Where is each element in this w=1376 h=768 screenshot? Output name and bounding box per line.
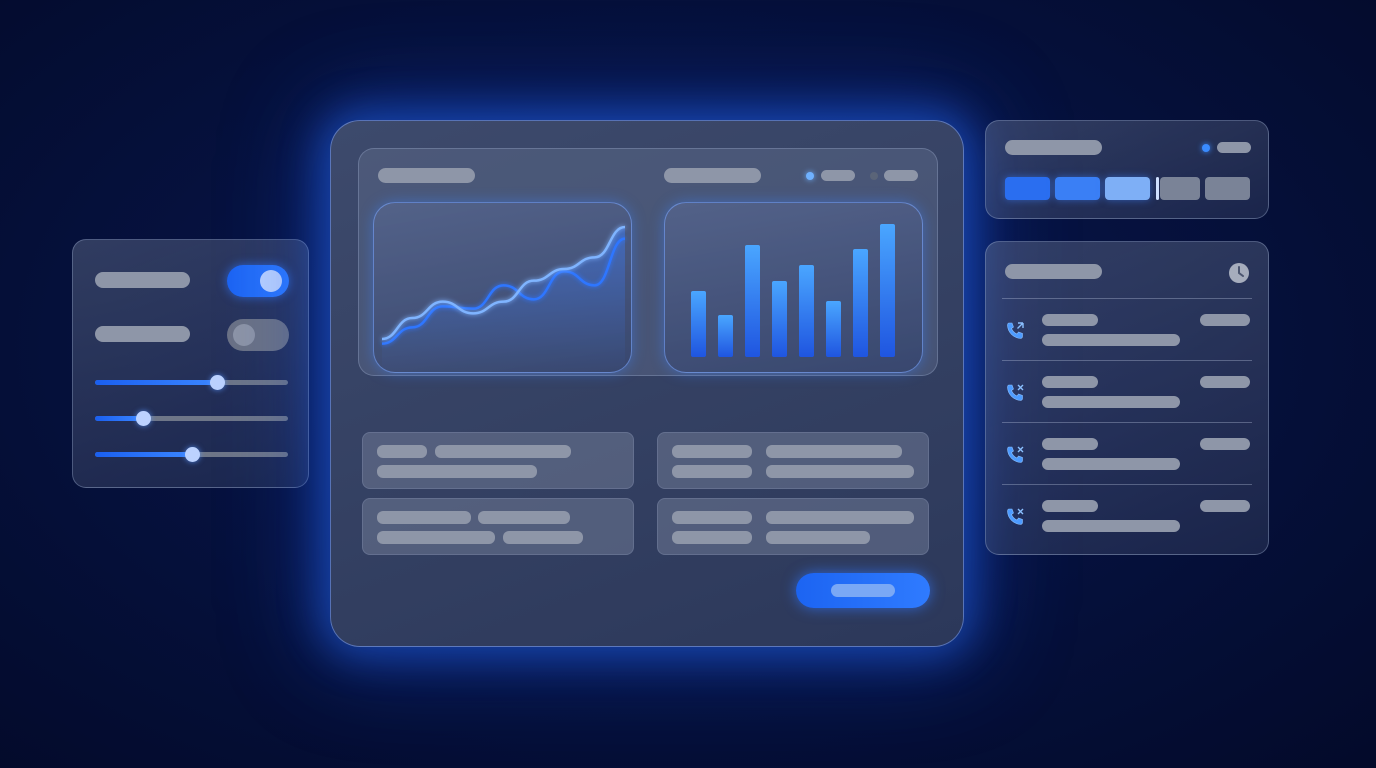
list-card-detail bbox=[377, 531, 495, 544]
bar-8[interactable] bbox=[880, 224, 895, 357]
call-detail-placeholder bbox=[1042, 396, 1180, 408]
segment-2[interactable] bbox=[1055, 177, 1100, 200]
dashboard-title-placeholder bbox=[378, 168, 475, 183]
bar-chart bbox=[691, 224, 895, 357]
bar-1[interactable] bbox=[691, 291, 706, 357]
settings-panel bbox=[72, 239, 309, 488]
row-divider bbox=[1002, 360, 1252, 361]
bar-6[interactable] bbox=[826, 301, 841, 357]
call-log-title-placeholder bbox=[1005, 264, 1102, 279]
caller-name-placeholder bbox=[1042, 376, 1098, 388]
list-card-label bbox=[377, 511, 471, 524]
missed-call-icon bbox=[1007, 508, 1024, 525]
call-log-panel bbox=[985, 241, 1269, 555]
list-card-detail-2 bbox=[766, 531, 870, 544]
list-card-detail-2 bbox=[503, 531, 583, 544]
call-list-item[interactable] bbox=[986, 360, 1270, 422]
primary-button-label-placeholder bbox=[831, 584, 895, 597]
list-card-detail bbox=[672, 465, 752, 478]
call-time-placeholder bbox=[1200, 438, 1250, 450]
segment-5[interactable] bbox=[1205, 177, 1250, 200]
caller-name-placeholder bbox=[1042, 314, 1098, 326]
line-chart-area bbox=[382, 227, 625, 372]
clock-icon[interactable] bbox=[1228, 262, 1250, 284]
slider-3[interactable] bbox=[95, 447, 288, 462]
list-card-label bbox=[672, 511, 752, 524]
call-time-placeholder bbox=[1200, 500, 1250, 512]
toggle-switch-off[interactable] bbox=[227, 319, 289, 351]
caller-name-placeholder bbox=[1042, 500, 1098, 512]
slider-1[interactable] bbox=[95, 375, 288, 390]
setting-label-1 bbox=[95, 272, 190, 288]
call-detail-placeholder bbox=[1042, 334, 1180, 346]
list-card-value bbox=[478, 511, 570, 524]
bar-4[interactable] bbox=[772, 281, 787, 357]
segment-1[interactable] bbox=[1005, 177, 1050, 200]
list-card-2[interactable] bbox=[657, 432, 929, 489]
list-card-label bbox=[377, 445, 427, 458]
list-card-label bbox=[672, 445, 752, 458]
call-detail-placeholder bbox=[1042, 458, 1180, 470]
list-card-value bbox=[766, 445, 902, 458]
missed-call-icon bbox=[1007, 446, 1024, 463]
call-list-item[interactable] bbox=[986, 422, 1270, 484]
bar-chart-card[interactable] bbox=[664, 202, 923, 373]
list-card-detail bbox=[377, 465, 537, 478]
row-divider bbox=[1002, 298, 1252, 299]
missed-call-icon bbox=[1007, 384, 1024, 401]
call-time-placeholder bbox=[1200, 314, 1250, 326]
call-detail-placeholder bbox=[1042, 520, 1180, 532]
segment-cursor bbox=[1156, 177, 1159, 200]
bar-3[interactable] bbox=[745, 245, 760, 357]
call-list-item[interactable] bbox=[986, 298, 1270, 360]
setting-label-2 bbox=[95, 326, 190, 342]
bar-2[interactable] bbox=[718, 315, 733, 357]
dashboard-subtitle-placeholder bbox=[664, 168, 761, 183]
list-card-3[interactable] bbox=[362, 498, 634, 555]
call-time-placeholder bbox=[1200, 376, 1250, 388]
status-dot-inactive bbox=[870, 172, 878, 180]
dashboard-header-card bbox=[358, 148, 938, 376]
legend-label-2[interactable] bbox=[884, 170, 918, 181]
status-dot bbox=[1202, 144, 1210, 152]
segment-4[interactable] bbox=[1160, 177, 1200, 200]
bar-7[interactable] bbox=[853, 249, 868, 357]
list-card-1[interactable] bbox=[362, 432, 634, 489]
call-list-item[interactable] bbox=[986, 484, 1270, 546]
row-divider bbox=[1002, 422, 1252, 423]
caller-name-placeholder bbox=[1042, 438, 1098, 450]
line-chart-card[interactable] bbox=[373, 202, 632, 373]
bar-5[interactable] bbox=[799, 265, 814, 357]
segment-3[interactable] bbox=[1105, 177, 1150, 200]
slider-2[interactable] bbox=[95, 411, 288, 426]
list-card-4[interactable] bbox=[657, 498, 929, 555]
list-card-value bbox=[766, 511, 914, 524]
row-divider bbox=[1002, 484, 1252, 485]
status-label-placeholder bbox=[1217, 142, 1251, 153]
segment-panel-title-placeholder bbox=[1005, 140, 1102, 155]
list-card-detail-2 bbox=[766, 465, 914, 478]
toggle-switch-on[interactable] bbox=[227, 265, 289, 297]
legend-label-1[interactable] bbox=[821, 170, 855, 181]
primary-action-button[interactable] bbox=[796, 573, 930, 608]
incoming-call-icon bbox=[1007, 322, 1024, 339]
status-dot-active bbox=[806, 172, 814, 180]
line-chart bbox=[381, 225, 626, 372]
segment-control-panel bbox=[985, 120, 1269, 219]
list-card-value bbox=[435, 445, 571, 458]
list-card-detail bbox=[672, 531, 752, 544]
dashboard-window bbox=[330, 120, 964, 647]
